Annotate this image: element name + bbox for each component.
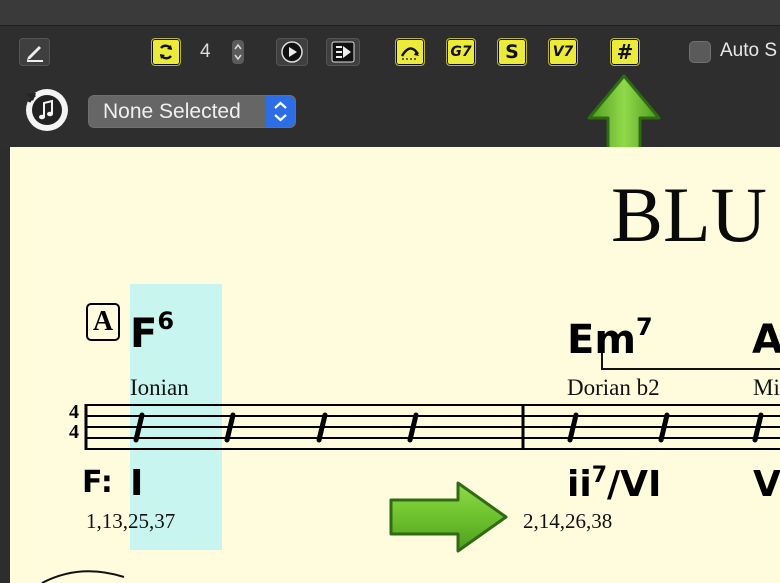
rehearsal-mark: A — [86, 303, 120, 341]
repeat-count-stepper[interactable] — [232, 40, 244, 64]
occurrence-numbers: 1,13,25,37 — [86, 509, 176, 533]
music-refresh-button[interactable] — [23, 86, 71, 134]
play-section-button[interactable] — [326, 38, 360, 66]
auto-checkbox[interactable] — [689, 41, 711, 63]
key-label: F: — [82, 465, 113, 500]
slur-button[interactable] — [395, 38, 425, 66]
s-icon: S — [505, 41, 519, 63]
stepper-arrows-icon — [234, 43, 242, 61]
selection-dropdown[interactable]: None Selected — [88, 95, 296, 128]
slur-icon — [400, 47, 419, 60]
occurrence-numbers: 2,14,26,38 — [523, 509, 613, 533]
play-button[interactable] — [276, 38, 308, 66]
roman-numeral[interactable]: I — [130, 463, 143, 504]
loop-button[interactable] — [151, 38, 181, 66]
chord-symbol[interactable]: F6 — [130, 307, 174, 357]
play-section-icon — [331, 41, 355, 63]
sharp-button[interactable]: # — [610, 38, 640, 66]
dropdown-arrows-icon — [266, 96, 295, 127]
repeat-count-field[interactable]: 4 — [192, 38, 232, 66]
bottom-oval-partial — [41, 570, 125, 583]
edit-button[interactable] — [19, 38, 50, 66]
time-signature: 4 4 — [69, 401, 79, 443]
roman-numeral[interactable]: ii7/VI — [567, 463, 661, 505]
s-button[interactable]: S — [497, 38, 527, 66]
chord-symbol-button[interactable]: G7 — [446, 38, 476, 66]
selection-dropdown-value: None Selected — [103, 100, 241, 123]
song-title: BLU — [611, 171, 767, 258]
roman-numeral-button[interactable]: V7 — [548, 38, 578, 66]
green-right-arrow — [389, 481, 508, 553]
lead-sheet-page: BLU A F6 Em7 A7 Ionian Dorian b2 Mi — [10, 147, 780, 583]
ii-v-bracket — [601, 353, 780, 370]
loop-icon — [159, 44, 173, 60]
sharp-icon: # — [616, 40, 634, 64]
roman-numeral-icon: V7 — [552, 44, 574, 60]
roman-numeral[interactable]: V7 — [753, 463, 780, 505]
music-refresh-icon — [26, 89, 68, 131]
auto-label: Auto S — [720, 40, 778, 61]
pencil-icon — [26, 46, 43, 62]
staff — [84, 404, 780, 450]
play-icon — [281, 41, 303, 63]
toolbar — [0, 26, 780, 147]
window-titlebar — [0, 0, 780, 26]
chord-symbol-icon: G7 — [450, 44, 472, 60]
